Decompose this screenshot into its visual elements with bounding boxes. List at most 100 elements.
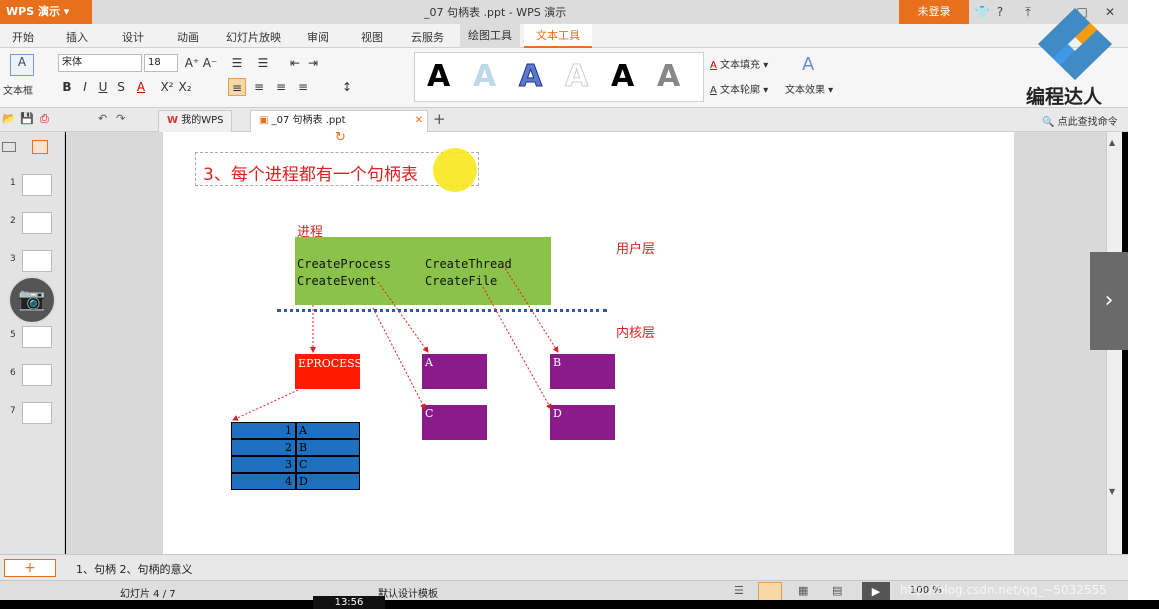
increase-indent-icon[interactable]: ⇥ [304,54,322,72]
thumb-number: 6 [10,368,16,378]
slide-thumbnail-7[interactable] [22,402,52,424]
menu-cloud[interactable]: 云服务 [411,29,444,45]
arrow-to-c [372,307,426,410]
watermark-url: http://blog.csdn.net/qq_~5032555 [900,583,1107,597]
text-fill-label: 文本填充 [720,60,761,71]
wordart-style-4[interactable]: A [564,57,588,97]
save-icon[interactable]: 💾 [20,112,34,125]
menu-insert[interactable]: 插入 [66,29,88,45]
shrink-font-icon[interactable]: A⁻ [201,54,219,72]
slide-thumbnail-5[interactable] [22,326,52,348]
notes-pane[interactable]: + 1、句柄 2、句柄的意义 [0,554,1128,580]
arrow-to-a [377,281,429,353]
tab-document[interactable]: ▣ _07 句柄表 .ppt ✕ [250,110,428,132]
scroll-up-icon[interactable]: ▲ [1109,138,1115,147]
logo-icon [1038,8,1112,80]
wordart-style-5[interactable]: A [611,57,634,97]
command-search[interactable]: 🔍 点此查找命令 [1042,113,1118,128]
slide-thumbnail-6[interactable] [22,364,52,386]
font-size-select[interactable]: 18 [144,54,178,72]
document-title: _07 句柄表 .ppt - WPS 演示 [424,6,567,19]
menu-text-tools[interactable]: 文本工具 [524,24,592,48]
undo-icon[interactable]: ↶ [98,112,107,125]
arrow-to-b [502,264,559,353]
strikethrough-icon[interactable]: S [112,78,130,96]
line-spacing-icon[interactable]: ↕ [338,78,356,96]
wordart-style-3[interactable]: A [518,57,542,97]
next-slide-arrow-icon[interactable]: › [1090,252,1128,350]
outline-view-icon[interactable] [2,142,16,152]
command-search-label: 点此查找命令 [1057,117,1118,128]
new-tab-icon[interactable]: + [433,110,446,128]
menu-bar: 开始 插入 设计 动画 幻灯片放映 审阅 视图 云服务 绘图工具 文本工具 [0,24,1128,48]
menu-design[interactable]: 设计 [122,29,144,45]
channel-logo: 编程达人 [1020,4,1130,110]
align-right-icon[interactable]: ≡ [272,78,290,96]
wordart-style-6[interactable]: A [657,57,680,97]
normal-view-icon[interactable] [758,582,782,601]
tab-mywps-label: 我的WPS [181,115,224,126]
menu-slideshow[interactable]: 幻灯片放映 [226,29,281,45]
connector-arrows [232,264,559,421]
italic-icon[interactable]: I [76,78,94,96]
numbering-icon[interactable]: ☰ [254,54,272,72]
underline-icon[interactable]: U [94,78,112,96]
add-slide-button[interactable]: + [4,559,56,577]
wordart-gallery[interactable]: A A A A A A [414,52,704,102]
menu-drawing-tools[interactable]: 绘图工具 [460,24,520,48]
ribbon: A 文本框 宋体 18 A⁺ A⁻ B I U S A X² X₂ ☰ ☰ ⇤ … [0,48,1128,108]
align-left-icon[interactable]: ≡ [228,78,246,96]
align-center-icon[interactable]: ≡ [250,78,268,96]
scroll-down-icon[interactable]: ▼ [1109,487,1115,496]
tab-mywps[interactable]: W 我的WPS [158,110,233,132]
redo-icon[interactable]: ↷ [116,112,125,125]
subscript-icon[interactable]: X₂ [176,78,194,96]
slide-thumbnail-1[interactable] [22,174,52,196]
app-menu-button[interactable]: WPS 演示 ▾ [0,0,92,24]
open-folder-icon[interactable]: 📂 [2,112,16,125]
play-icon[interactable]: ▶ [862,582,890,601]
skin-icon[interactable]: 👕 [972,3,992,21]
wordart-style-1[interactable]: A [427,57,450,97]
font-name-select[interactable]: 宋体 [58,54,142,72]
help-button[interactable]: ? [990,3,1010,21]
menu-home[interactable]: 开始 [12,29,34,45]
textbox-icon[interactable]: A [10,54,34,76]
login-button[interactable]: 未登录 [899,0,969,24]
superscript-icon[interactable]: X² [158,78,176,96]
thumb-number: 7 [10,406,16,416]
wordart-style-2[interactable]: A [473,57,496,97]
bullets-icon[interactable]: ☰ [228,54,246,72]
search-icon: 🔍 [1042,117,1055,128]
menu-view[interactable]: 视图 [361,29,383,45]
slide-thumbnail-3[interactable] [22,250,52,272]
bold-icon[interactable]: B [58,78,76,96]
camera-icon[interactable]: 📷 [8,276,56,324]
menu-animation[interactable]: 动画 [177,29,199,45]
grow-font-icon[interactable]: A⁺ [183,54,201,72]
font-color-icon[interactable]: A [132,78,150,96]
sorter-view-icon[interactable]: ▦ [798,584,808,597]
decrease-indent-icon[interactable]: ⇤ [286,54,304,72]
document-tab-bar: 📂 💾 ⎙ ↶ ↷ W 我的WPS ▣ _07 句柄表 .ppt ✕ + 🔍 点… [0,108,1128,132]
notes-toggle-icon[interactable]: ☰ [734,584,744,597]
menu-review[interactable]: 审阅 [307,29,329,45]
reading-view-icon[interactable]: ▤ [832,584,842,597]
export-pdf-icon[interactable]: ⎙ [40,112,49,126]
text-outline-button[interactable]: A 文本轮廓 ▾ [710,81,768,96]
template-name: 默认设计模板 [378,589,438,600]
text-fill-button[interactable]: A 文本填充 ▾ [710,56,768,71]
title-bar: WPS 演示 ▾ _07 句柄表 .ppt - WPS 演示 未登录 👕 ? ⤒… [0,0,1128,24]
text-effect-icon[interactable]: A [802,54,814,75]
notes-text[interactable]: 1、句柄 2、句柄的意义 [76,561,193,577]
justify-icon[interactable]: ≡ [294,78,312,96]
slide-canvas[interactable]: ↻ 3、每个进程都有一个句柄表 进程 用户层 内核层 CreateProcess… [163,130,1014,554]
slides-view-icon[interactable] [32,140,48,154]
text-effect-button[interactable]: 文本效果 ▾ [785,81,833,96]
thumb-number: 2 [10,216,16,226]
slide-thumbnail-2[interactable] [22,212,52,234]
thumbnail-pane: 1 2 3 4 5 6 7 [0,132,65,554]
tab-close-icon[interactable]: ✕ [415,111,423,131]
arrow-to-d [482,286,552,410]
textbox-button[interactable]: 文本框 [3,82,33,97]
